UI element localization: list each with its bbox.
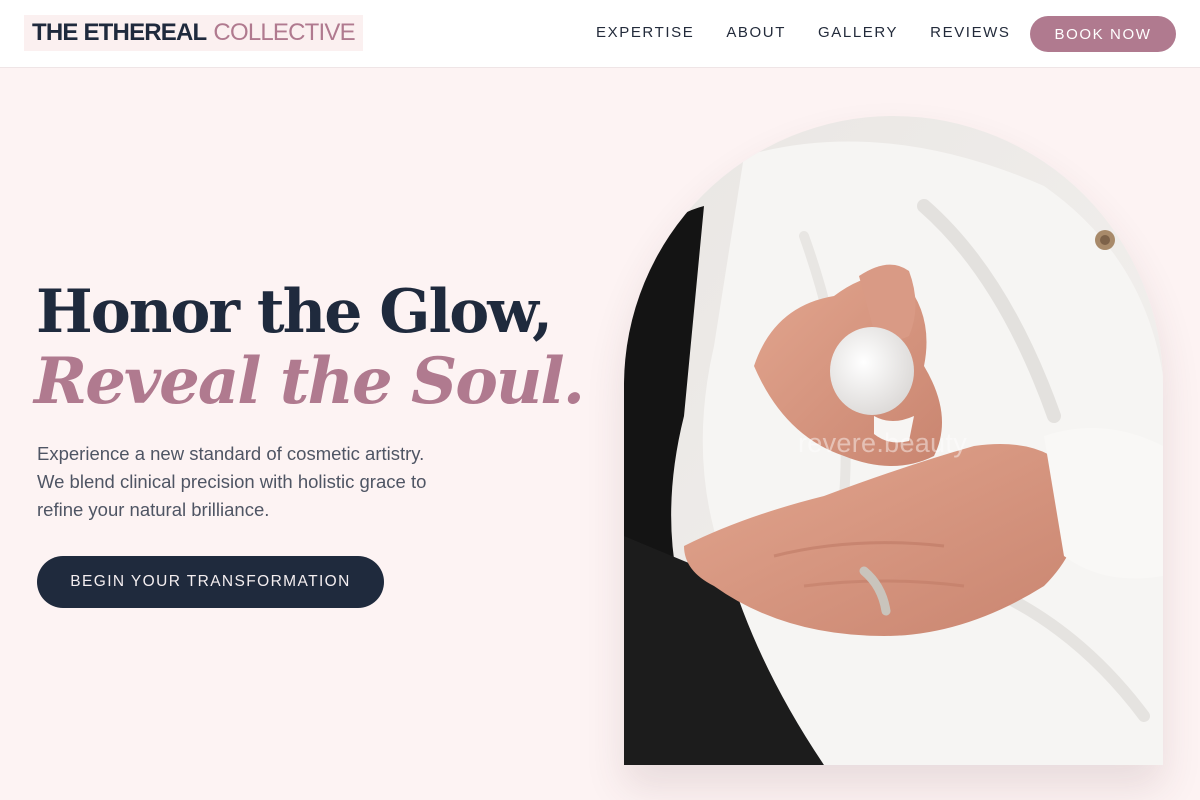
image-watermark: revere.beauty [798,428,967,458]
nav-link-expertise[interactable]: EXPERTISE [596,24,694,42]
hero-subtext-line: Experience a new standard of cosmetic ar… [37,443,425,464]
hero-headline-line1: Honor the Glow, [36,277,553,347]
nav-link-reviews[interactable]: REVIEWS [930,24,1010,42]
brand-name-main: THE ETHEREAL [32,19,207,46]
nav-link-gallery[interactable]: GALLERY [818,24,898,42]
hero-headline-line2: Reveal the Soul. [34,344,585,419]
brand-logo[interactable]: THE ETHEREAL COLLECTIVE [24,15,363,51]
brand-name-accent: COLLECTIVE [213,19,355,46]
site-header: THE ETHEREAL COLLECTIVE EXPERTISE ABOUT … [0,0,1200,68]
begin-transformation-button[interactable]: BEGIN YOUR TRANSFORMATION [37,556,384,608]
main-nav: EXPERTISE ABOUT GALLERY REVIEWS [596,24,1043,42]
hero-subtext-line: refine your natural brilliance. [37,499,270,520]
nav-link-about[interactable]: ABOUT [726,24,786,42]
hero-subtext: Experience a new standard of cosmetic ar… [37,440,497,524]
book-now-button[interactable]: BOOK NOW [1030,16,1176,52]
hero-subtext-line: We blend clinical precision with holisti… [37,471,427,492]
